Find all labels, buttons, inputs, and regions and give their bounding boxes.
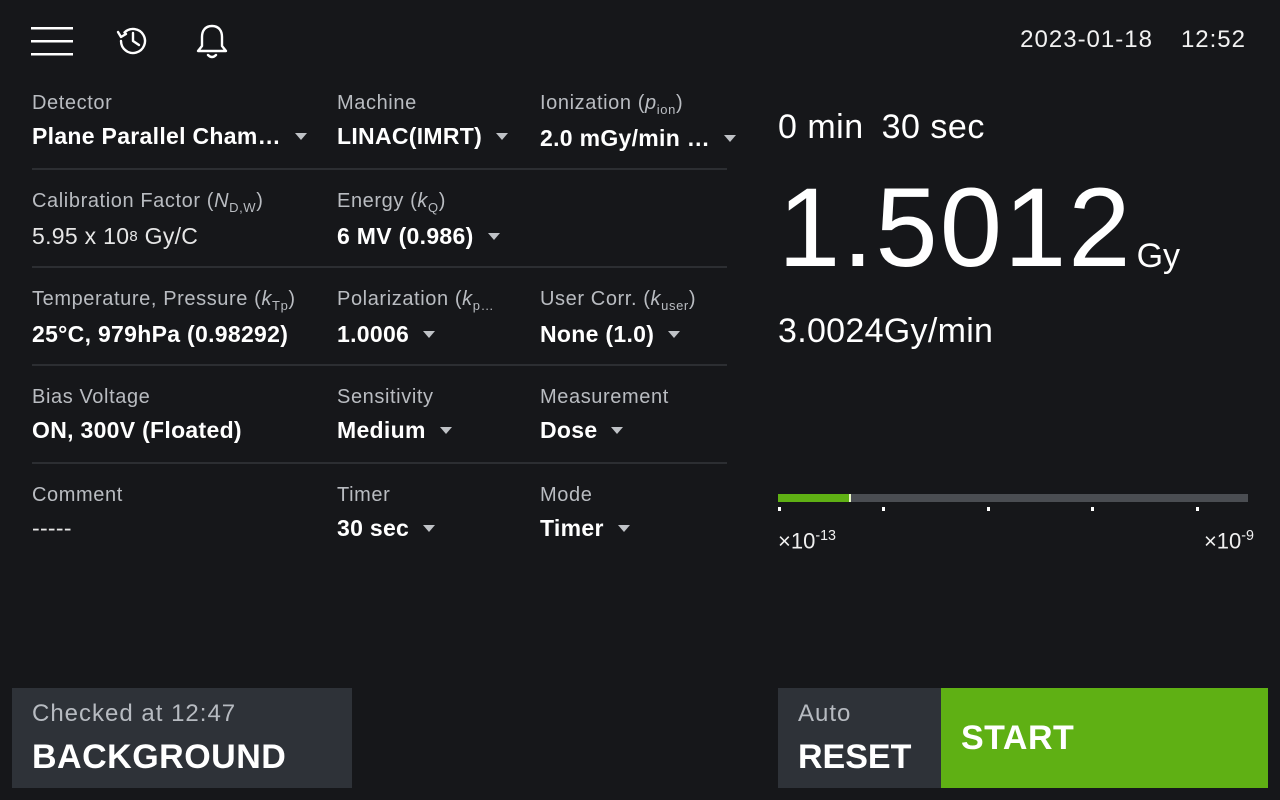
- timer-label: Timer: [337, 484, 391, 506]
- energy-value: 6 MV (0.986): [337, 223, 474, 249]
- temperature-label: Temperature, Pressure (kTp): [32, 288, 296, 313]
- divider: [32, 266, 727, 268]
- timer-seconds: 30 sec: [881, 108, 985, 146]
- calibration-value: 5.95 x 10 8 Gy/C: [32, 223, 199, 249]
- caret-down-icon: [611, 427, 624, 434]
- range-tick: [987, 507, 990, 511]
- polarization-label: Polarization (kp…: [337, 288, 495, 313]
- ionization-label: Ionization (pion): [540, 92, 684, 117]
- range-bar-fill: [778, 494, 849, 502]
- caret-down-icon: [617, 525, 630, 532]
- sensitivity-value: Medium: [337, 417, 426, 443]
- energy-setting[interactable]: Energy (kQ) 6 MV (0.986): [337, 190, 527, 250]
- mode-value: Timer: [540, 515, 604, 541]
- user-correction-label: User Corr. (kuser): [540, 288, 697, 313]
- calibration-label: Calibration Factor (ND,W): [32, 190, 264, 215]
- ionization-setting[interactable]: Ionization (pion) 2.0 mGy/min …: [540, 92, 740, 152]
- countdown-readout: 0 min 30 sec: [778, 108, 985, 147]
- measurement-setting[interactable]: Measurement Dose: [540, 386, 730, 444]
- divider: [32, 462, 727, 464]
- measurement-label: Measurement: [540, 386, 669, 408]
- start-button[interactable]: START: [941, 688, 1268, 788]
- range-low-label: ×10-13: [778, 528, 836, 554]
- polarization-setting[interactable]: Polarization (kp… 1.0006: [337, 288, 507, 348]
- dose-unit: Gy: [1136, 237, 1181, 275]
- range-tick: [1091, 507, 1094, 511]
- machine-value: LINAC(IMRT): [337, 123, 483, 149]
- bias-voltage-setting[interactable]: Bias Voltage ON, 300V (Floated): [32, 386, 317, 444]
- polarization-value: 1.0006: [337, 321, 410, 347]
- bias-value: ON, 300V (Floated): [32, 417, 242, 443]
- ionization-value: 2.0 mGy/min …: [540, 125, 711, 151]
- bias-label: Bias Voltage: [32, 386, 151, 408]
- timer-value: 30 sec: [337, 515, 410, 541]
- date: 2023-01-18: [1020, 26, 1153, 53]
- mode-label: Mode: [540, 484, 593, 506]
- temperature-pressure-setting[interactable]: Temperature, Pressure (kTp) 25°C, 979hPa…: [32, 288, 322, 348]
- comment-value: -----: [32, 515, 72, 541]
- caret-down-icon: [496, 133, 509, 140]
- hamburger-menu-icon[interactable]: [30, 20, 74, 62]
- range-high-label: ×10-9: [1203, 528, 1254, 554]
- caret-down-icon: [668, 331, 681, 338]
- range-tick: [778, 507, 781, 511]
- background-button[interactable]: Checked at 12:47 BACKGROUND: [12, 688, 352, 788]
- energy-label: Energy (kQ): [337, 190, 446, 215]
- start-label: START: [961, 718, 1075, 757]
- clock-time: 12:52: [1180, 26, 1246, 53]
- background-checked-time: Checked at 12:47: [32, 700, 237, 727]
- dose-readout: 1.5012 Gy: [778, 172, 1180, 284]
- reset-label: RESET: [798, 738, 912, 776]
- caret-down-icon: [423, 331, 436, 338]
- range-tick: [1196, 507, 1199, 511]
- measurement-value: Dose: [540, 417, 598, 443]
- background-label: BACKGROUND: [32, 738, 287, 776]
- sensitivity-setting[interactable]: Sensitivity Medium: [337, 386, 527, 444]
- sensitivity-label: Sensitivity: [337, 386, 434, 408]
- comment-setting[interactable]: Comment -----: [32, 484, 317, 542]
- divider: [32, 168, 727, 170]
- detector-value: Plane Parallel Cham…: [32, 123, 281, 149]
- bell-icon[interactable]: [190, 20, 234, 62]
- range-bar-cursor: [848, 494, 851, 502]
- detector-label: Detector: [32, 92, 113, 114]
- reset-mode: Auto: [798, 700, 852, 727]
- history-clock-icon[interactable]: [111, 20, 155, 62]
- machine-setting[interactable]: Machine LINAC(IMRT): [337, 92, 527, 150]
- user-correction-setting[interactable]: User Corr. (kuser) None (1.0): [540, 288, 730, 348]
- caret-down-icon: [294, 133, 307, 140]
- detector-setting[interactable]: Detector Plane Parallel Cham…: [32, 92, 317, 150]
- user-correction-value: None (1.0): [540, 321, 655, 347]
- range-bar: [778, 494, 1248, 502]
- timer-setting[interactable]: Timer 30 sec: [337, 484, 527, 542]
- dose-value: 1.5012: [778, 165, 1133, 290]
- date-time: 2023-01-18 12:52: [1020, 26, 1246, 54]
- mode-setting[interactable]: Mode Timer: [540, 484, 730, 542]
- caret-down-icon: [423, 525, 436, 532]
- range-tick: [882, 507, 885, 511]
- caret-down-icon: [487, 233, 500, 240]
- divider: [32, 364, 727, 366]
- reset-button[interactable]: Auto RESET: [778, 688, 941, 788]
- temperature-value: 25°C, 979hPa (0.98292): [32, 321, 289, 347]
- machine-label: Machine: [337, 92, 417, 114]
- comment-label: Comment: [32, 484, 123, 506]
- caret-down-icon: [439, 427, 452, 434]
- calibration-factor-setting: Calibration Factor (ND,W) 5.95 x 10 8 Gy/…: [32, 190, 317, 250]
- caret-down-icon: [724, 135, 737, 142]
- timer-minutes: 0 min: [778, 108, 864, 146]
- dose-rate: 3.0024Gy/min: [778, 312, 994, 350]
